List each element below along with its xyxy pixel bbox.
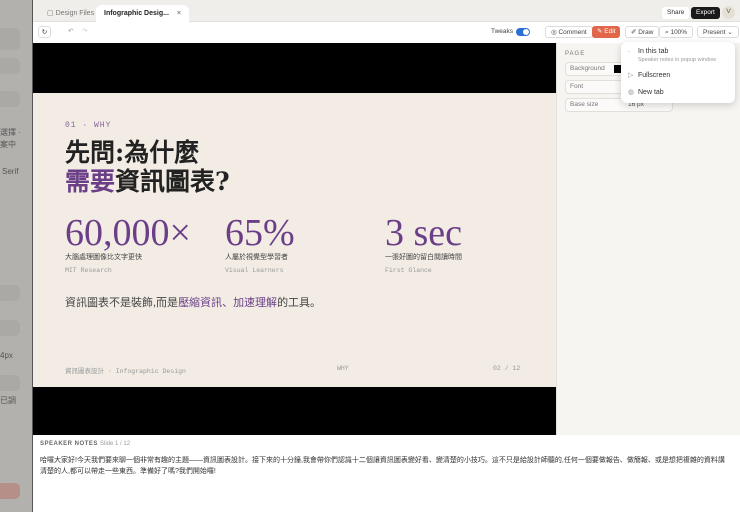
title-accent: 需要	[65, 167, 116, 196]
notes-text[interactable]: 哈囉大家好!今天我們要來聊一個非常有趣的主題——資訊圖表設計。接下來的十分鐘,我…	[40, 455, 733, 477]
stat-caption: 一張好圖的留白閱讀時間	[385, 254, 462, 261]
notes-label: SPEAKER NOTES	[40, 441, 98, 447]
slide: 01 · WHY 先問:為什麼 需要資訊圖表? 60,000× 大腦處理圖像比文字…	[33, 93, 556, 387]
reload-icon[interactable]: ↻	[38, 26, 51, 38]
slide-body: 資訊圖表不是裝飾,而是壓縮資訊、加速理解的工具。	[65, 294, 321, 310]
title-line: 需要資訊圖表?	[65, 167, 230, 196]
stat-caption: 人屬於視覺型學習者	[225, 254, 288, 261]
close-icon[interactable]: ×	[177, 10, 181, 17]
section-title: PAGE	[565, 51, 586, 57]
toolbar: ↻ ↶ ↷ Tweaks ◎ Comment ✎ Edit ✐ Draw ⌕ 1…	[33, 22, 740, 43]
stat-source: First Glance	[385, 267, 432, 274]
body-text: 資訊圖表不是裝飾,而是	[65, 297, 179, 309]
comment-button[interactable]: ◎ Comment	[545, 26, 593, 38]
panel-text: Serif	[2, 167, 19, 176]
zoom-button[interactable]: ⌕ 100%	[659, 26, 694, 38]
tab-label: Infographic Desig...	[104, 10, 169, 17]
dimmed-side-panel: 選擇 · 案中 Serif 4px 已調	[0, 0, 33, 512]
panel-select[interactable]	[0, 285, 20, 301]
panel-select[interactable]	[0, 320, 20, 336]
export-button[interactable]: Export	[691, 7, 720, 19]
stat: 3 sec 一張好圖的留白閱讀時間 First Glance	[385, 212, 463, 274]
file-icon: ▢	[47, 10, 56, 17]
label: Present	[703, 29, 726, 36]
notes-slide-indicator: Slide 1 / 12	[100, 441, 131, 447]
play-icon: ▷	[628, 72, 634, 79]
present-menu: ⸳ In this tab Speaker notes in popup windo…	[621, 42, 735, 103]
panel-text: 已調	[0, 396, 16, 405]
tab-label: Design Files	[55, 10, 95, 17]
slide-page-number: 02 / 12	[493, 365, 521, 372]
tab-design-files[interactable]: ▢ Design Files	[39, 5, 102, 22]
stat-source: MIT Research	[65, 267, 112, 274]
redo-icon[interactable]: ↷	[77, 26, 92, 38]
stat: 65% 人屬於視覺型學習者 Visual Learners	[225, 212, 295, 274]
label: New tab	[638, 89, 664, 96]
body-accent: 加速理解	[233, 297, 278, 309]
label: Font	[570, 83, 584, 90]
share-button[interactable]: Share	[662, 7, 690, 19]
menu-item-new-tab[interactable]: ◍ New tab	[628, 88, 664, 96]
label: Fullscreen	[638, 72, 671, 79]
slide-title: 先問:為什麼 需要資訊圖表?	[65, 138, 230, 196]
label: Background	[570, 65, 605, 72]
stat-number: 65%	[225, 212, 295, 254]
menu-item-in-this-tab[interactable]: ⸳ In this tab Speaker notes in popup windo…	[628, 47, 716, 63]
panel-select[interactable]	[0, 58, 20, 74]
body-sep: 、	[222, 297, 234, 309]
title-rest: 資訊圖表?	[115, 167, 230, 196]
menu-item-fullscreen[interactable]: ▷ Fullscreen	[628, 71, 670, 79]
panel-block	[0, 28, 20, 50]
title-line: 先問:為什麼	[65, 138, 200, 167]
avatar[interactable]: V	[722, 6, 735, 19]
panel-text: 4px	[0, 351, 13, 360]
speaker-notes: SPEAKER NOTES Slide 1 / 12 哈囉大家好!今天我們要來聊…	[33, 435, 740, 512]
slide-footer-left: 資訊圖表設計 · Infographic Design	[65, 368, 186, 375]
tab-bar: ▢ Design Files Infographic Desig... × Sh…	[33, 0, 740, 22]
slide-footer-mid: WHY	[337, 365, 349, 372]
tab-infographic[interactable]: Infographic Desig... ×	[96, 5, 189, 22]
panel-text: 案中	[0, 140, 16, 149]
body-accent: 壓縮資訊	[178, 297, 223, 309]
label: Base size	[570, 101, 599, 108]
slide-stage: 01 · WHY 先問:為什麼 需要資訊圖表? 60,000× 大腦處理圖像比文字…	[33, 43, 556, 435]
stat-number: 60,000×	[65, 212, 191, 254]
chevron-down-icon: ⌄	[725, 29, 733, 36]
panel-button[interactable]	[0, 483, 20, 499]
panel-select[interactable]	[0, 375, 20, 391]
label: Comment	[558, 29, 587, 36]
label: In this tab	[638, 48, 669, 55]
body-text: 的工具。	[277, 297, 322, 309]
label: 100%	[670, 29, 688, 36]
tweaks-toggle[interactable]	[516, 28, 530, 36]
cursor-icon: ⸳	[628, 48, 630, 55]
draw-button[interactable]: ✐ Draw	[625, 26, 660, 38]
slide-kicker: 01 · WHY	[65, 121, 112, 130]
sublabel: Speaker notes in popup window	[638, 57, 716, 63]
stat-number: 3 sec	[385, 212, 463, 254]
tweaks-label: Tweaks	[491, 28, 514, 35]
label: Draw	[638, 29, 654, 36]
stat-source: Visual Learners	[225, 267, 284, 274]
panel-select[interactable]	[0, 91, 20, 107]
present-button[interactable]: Present ⌄	[697, 26, 739, 38]
globe-icon: ◍	[628, 89, 635, 96]
label: Edit	[604, 28, 616, 35]
edit-button[interactable]: ✎ Edit	[592, 26, 621, 38]
stat: 60,000× 大腦處理圖像比文字更快 MIT Research	[65, 212, 191, 274]
panel-text: 選擇 ·	[0, 128, 21, 137]
